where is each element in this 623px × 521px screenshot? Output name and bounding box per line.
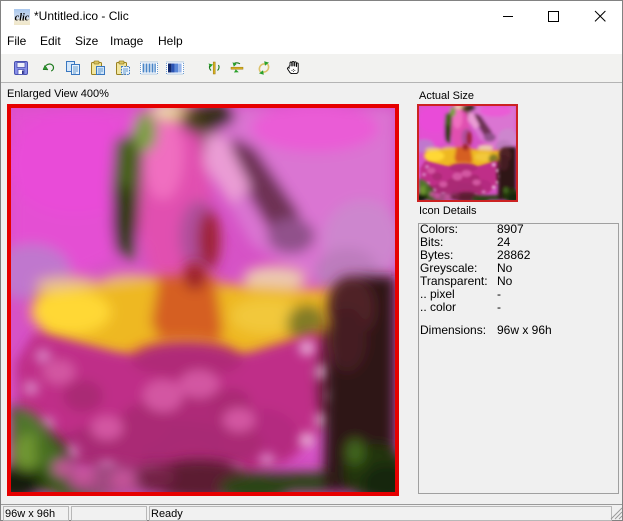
svg-text:clic: clic (15, 13, 30, 24)
